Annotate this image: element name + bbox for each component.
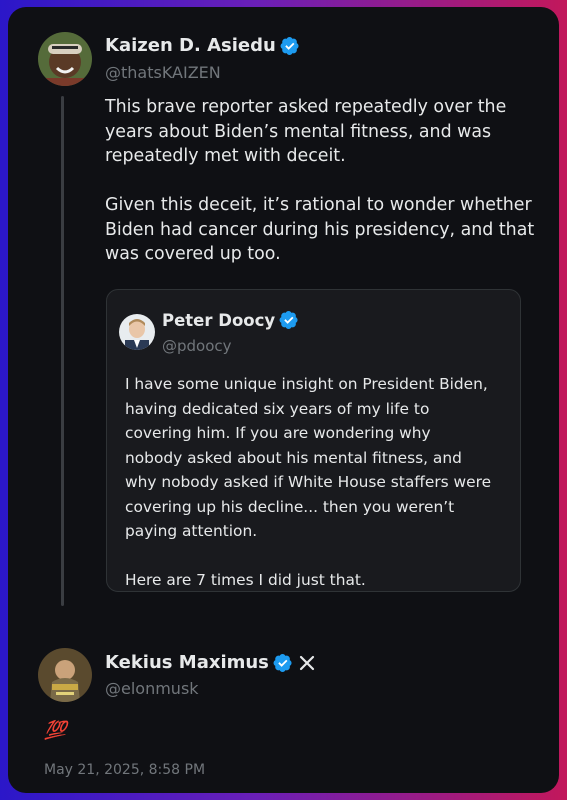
quoted-author-name-text[interactable]: Peter Doocy [162,311,275,330]
quoted-tweet-text: I have some unique insight on President … [125,375,492,589]
verified-badge-icon [273,653,292,672]
hundred-points-emoji: 💯 [44,720,67,741]
author-name[interactable]: Kaizen D. Asiedu [105,35,300,56]
quoted-author-handle[interactable]: @pdoocy [162,337,232,355]
verified-badge-icon [280,36,299,55]
x-affiliate-icon [297,653,316,672]
author-handle[interactable]: @thatsKAIZEN [105,63,221,82]
reply-author-handle[interactable]: @elonmusk [105,679,199,698]
tweet-text: This brave reporter asked repeatedly ove… [105,97,535,264]
author-name-text[interactable]: Kaizen D. Asiedu [105,35,276,56]
avatar-kaizen[interactable] [38,32,92,86]
reply-author-name-text[interactable]: Kekius Maximus [105,652,269,673]
reply-author-name[interactable]: Kekius Maximus [105,652,316,673]
post-timestamp[interactable]: May 21, 2025, 8:58 PM [44,762,205,778]
avatar-peter-doocy[interactable] [119,314,155,350]
thread-line [61,96,64,606]
verified-badge-icon [279,311,298,329]
post-card: Kaizen D. Asiedu @thatsKAIZEN This brave… [8,7,559,793]
quoted-author-name[interactable]: Peter Doocy [162,310,299,330]
avatar-kekius-maximus[interactable] [38,648,92,702]
quoted-tweet[interactable]: Peter Doocy @pdoocy I have some unique i… [106,289,521,592]
